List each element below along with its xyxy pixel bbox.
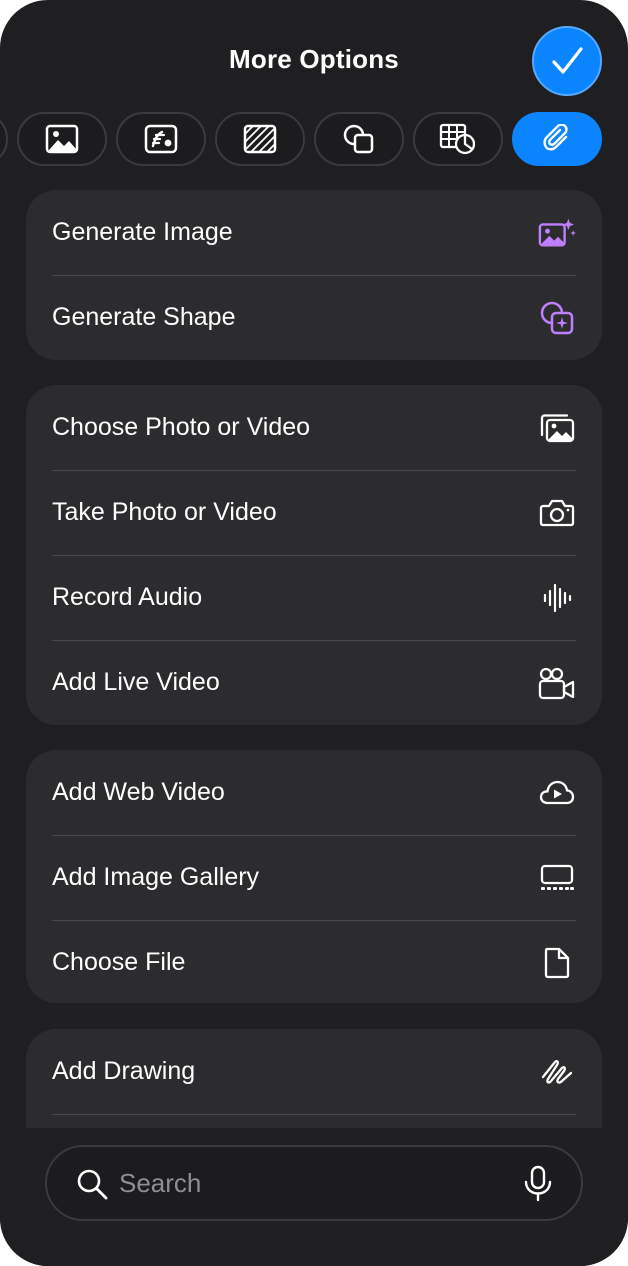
row-label: Add Live Video (52, 668, 220, 696)
shapes-icon (343, 124, 374, 154)
record-audio-row[interactable]: Record Audio (26, 555, 602, 640)
checkmark-icon (552, 47, 583, 74)
generate-shape-icon (538, 299, 576, 337)
search-field[interactable] (45, 1145, 583, 1221)
generate-shape-row[interactable]: Generate Shape (26, 275, 602, 360)
shape-hatch-icon (243, 124, 277, 154)
row-label: Generate Shape (52, 303, 236, 331)
media-gallery-icon (144, 124, 178, 154)
photo-icon (45, 124, 79, 154)
camera-icon (538, 494, 576, 532)
row-label: Choose Photo or Video (52, 413, 311, 441)
web-video-icon (538, 774, 576, 812)
row-label: Take Photo or Video (52, 498, 277, 526)
done-button[interactable] (532, 26, 602, 96)
tab-photo[interactable] (17, 112, 107, 166)
row-label: Record Audio (52, 583, 203, 611)
take-photo-row[interactable]: Take Photo or Video (26, 470, 602, 555)
paperclip-icon (543, 124, 568, 151)
row-label: Choose File (52, 948, 186, 976)
ai-generate-group: Generate Image Generate Shape (26, 190, 602, 360)
generate-image-icon (538, 214, 576, 252)
row-label: Generate Image (52, 218, 233, 246)
media-group: Choose Photo or Video Take Photo or Vide… (26, 385, 602, 725)
more-options-sheet: More Options Generate Image Generate Sha… (0, 0, 628, 1266)
photo-library-icon (538, 409, 576, 447)
generate-image-row[interactable]: Generate Image (26, 190, 602, 275)
choose-file-row[interactable]: Choose File (26, 920, 602, 1005)
tab-partial[interactable] (0, 112, 8, 166)
microphone-icon[interactable] (521, 1165, 555, 1203)
table-chart-icon (439, 123, 476, 155)
insert-toolbar (0, 112, 628, 166)
tab-media[interactable] (116, 112, 206, 166)
add-image-gallery-row[interactable]: Add Image Gallery (26, 835, 602, 920)
drawing-icon (538, 1053, 576, 1091)
web-media-group: Add Web Video Add Image Gallery Choose F… (26, 750, 602, 1003)
tab-shape-hatch[interactable] (215, 112, 305, 166)
search-input[interactable] (119, 1161, 499, 1205)
image-gallery-icon (538, 859, 576, 897)
tab-shapes[interactable] (314, 112, 404, 166)
row-label: Add Image Gallery (52, 863, 260, 891)
add-web-video-row[interactable]: Add Web Video (26, 750, 602, 835)
bottom-search-bar (0, 1128, 628, 1266)
search-icon (77, 1169, 108, 1200)
choose-photo-row[interactable]: Choose Photo or Video (26, 385, 602, 470)
live-video-icon (538, 664, 576, 702)
add-live-video-row[interactable]: Add Live Video (26, 640, 602, 725)
waveform-icon (538, 579, 576, 617)
tab-attachments[interactable] (512, 112, 602, 166)
row-label: Add Web Video (52, 778, 225, 806)
file-icon (538, 944, 576, 982)
row-label: Add Drawing (52, 1057, 196, 1085)
add-drawing-row[interactable]: Add Drawing (26, 1029, 602, 1114)
tab-table-chart[interactable] (413, 112, 503, 166)
